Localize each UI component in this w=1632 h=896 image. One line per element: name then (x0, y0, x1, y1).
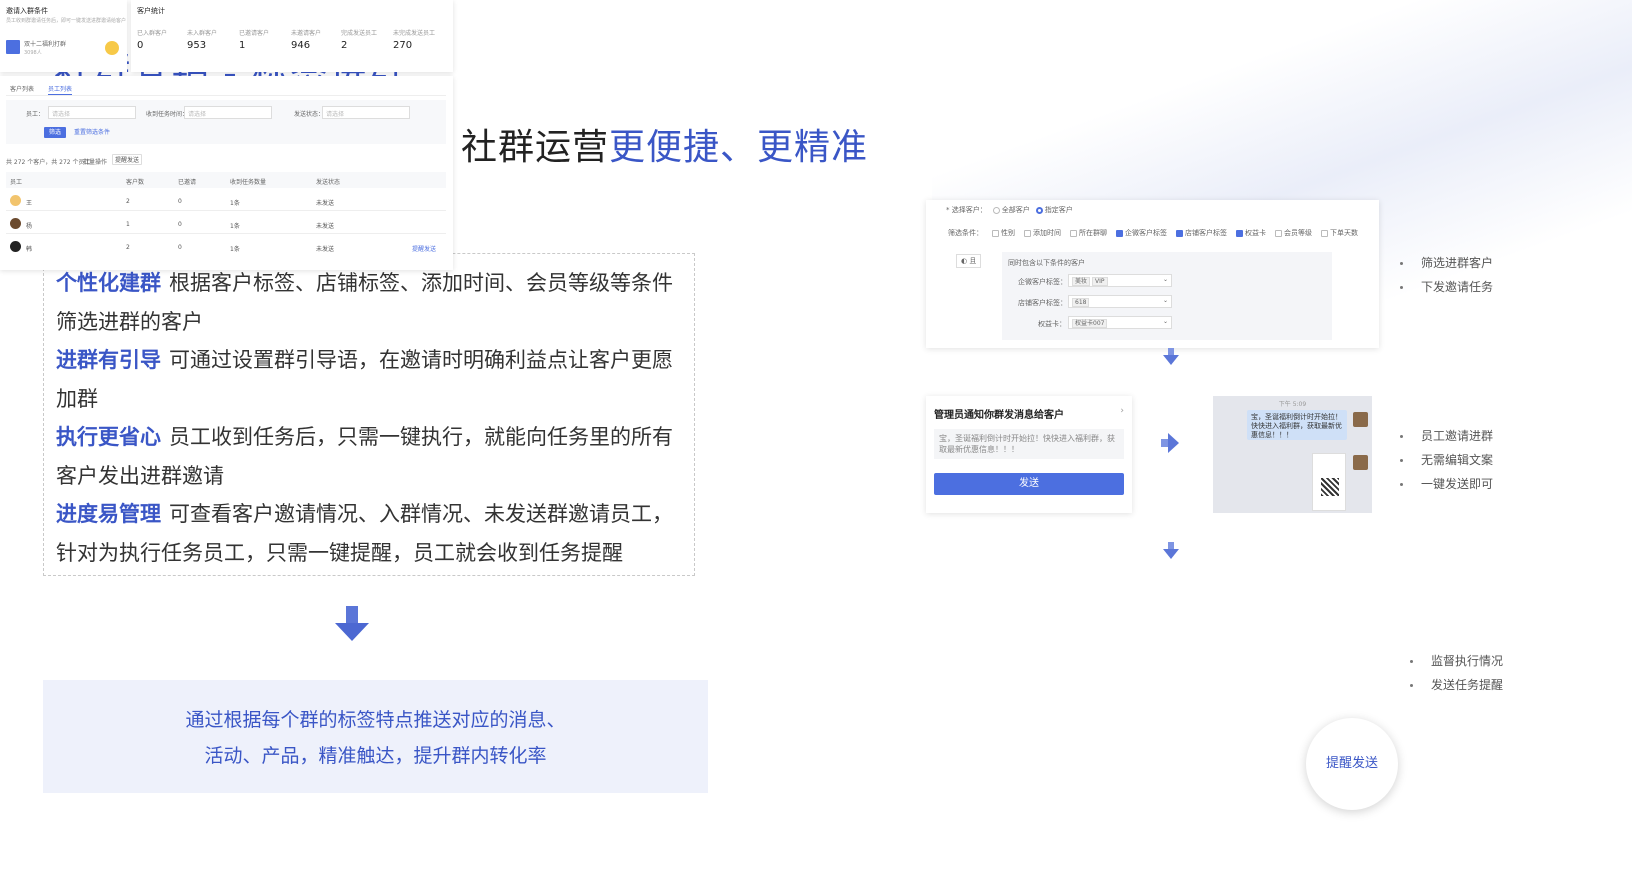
staff-select[interactable]: 请选择 (48, 106, 136, 119)
radio-all-customers[interactable]: 全部客户 (992, 205, 1030, 215)
feature-item: 执行更省心 员工收到任务后，只需一键执行，就能向任务里的所有客户发出进群邀请 (56, 418, 682, 495)
condition-label: 店铺客户标签： (1018, 299, 1067, 307)
summary-line: 活动、产品，精准触达，提升群内转化率 (204, 745, 547, 767)
status-select[interactable]: 请选择 (322, 106, 410, 119)
avatar (10, 218, 21, 229)
filter-label: 员工： (26, 111, 45, 118)
filter-checkbox[interactable]: 店铺客户标签 (1176, 228, 1227, 238)
batch-operation[interactable]: 批量操作 (83, 157, 107, 166)
notice-title: 管理员通知你群发消息给客户 (934, 410, 1064, 421)
subtitle-highlight: 更便捷、更精准 (609, 127, 869, 168)
stat-label: 已入群客户 (137, 30, 168, 37)
filter-checkbox[interactable]: 企微客户标签 (1116, 228, 1167, 238)
group-icon (6, 40, 20, 54)
condition-title: 同时包含以下条件的客户 (1008, 259, 1085, 267)
notice-panel: 管理员通知你群发消息给客户 › 宝，圣诞福利倒计时开始拉！快快进入福利群，获取最… (926, 396, 1132, 513)
stat-value: 0 (137, 40, 144, 51)
filter-label: 收到任务时间： (146, 111, 189, 118)
time-select[interactable]: 请选择 (184, 106, 272, 119)
stat-value: 1 (239, 40, 246, 51)
tab-customer-list[interactable]: 客户列表 (10, 84, 34, 93)
stat-label: 完成发送员工 (341, 30, 378, 37)
remind-send-magnified[interactable]: 提醒发送 (1306, 718, 1398, 810)
row-remind-link[interactable]: 提醒发送 (412, 244, 436, 253)
chevron-down-icon: ⌄ (1162, 297, 1168, 304)
condition-label: 企微客户标签： (1018, 278, 1067, 286)
group-size: 3098人 (24, 50, 42, 56)
result-summary: 共 272 个客户，共 272 个员工 (6, 159, 91, 166)
feature-list: 个性化建群 根据客户标签、店铺标签、添加时间、会员等级等条件筛选进群的客户 进群有… (43, 253, 695, 576)
stat-label: 已邀请客户 (239, 30, 270, 37)
feature-item: 进度易管理 可查看客户邀请情况、入群情况、未发送群邀请员工，针对为执行任务员工，只… (56, 495, 682, 572)
avatar (10, 241, 21, 252)
chevron-down-icon: ⌄ (1162, 318, 1168, 325)
chat-bubble: 宝，圣诞福利倒计时开始拉！快快进入福利群，获取最新优惠信息！！！ (1247, 410, 1347, 440)
step2-bullets: 员工邀请进群 无需编辑文案 一键发送即可 (1400, 424, 1493, 496)
send-button[interactable]: 发送 (934, 473, 1124, 495)
staff-list-card: 客户列表 员工列表 员工： 请选择 收到任务时间： 请选择 发送状态： 请选择 … (0, 76, 453, 270)
qr-code-icon (1321, 478, 1339, 496)
qr-card (1312, 453, 1346, 511)
tag-select[interactable]: 618 ⌄ (1068, 295, 1172, 308)
tag-select[interactable]: 权益卡007 ⌄ (1068, 316, 1172, 329)
step1-bullets: 筛选进群客户 下发邀请任务 (1400, 251, 1493, 299)
filter-checkbox[interactable]: 添加时间 (1024, 228, 1061, 238)
filter-label: 发送状态： (294, 111, 325, 118)
emoji-icon (105, 41, 119, 55)
filter-checkbox[interactable]: 性别 (992, 228, 1015, 238)
feature-title: 个性化建群 (56, 271, 161, 295)
feature-item: 进群有引导 可通过设置群引导语，在邀请时明确利益点让客户更愿加群 (56, 341, 682, 418)
notice-message: 宝，圣诞福利倒计时开始拉！快快进入福利群，获取最新优惠信息！！！ (934, 429, 1124, 459)
avatar (1353, 412, 1368, 427)
condition-title: 邀请入群条件 (6, 7, 48, 15)
feature-item: 个性化建群 根据客户标签、店铺标签、添加时间、会员等级等条件筛选进群的客户 (56, 264, 682, 341)
filter-button[interactable]: 筛选 (44, 127, 66, 138)
right-arrow-icon (1161, 433, 1179, 453)
step3-bullets: 监督执行情况 发送任务提醒 (1410, 649, 1503, 697)
radio-specified-customers[interactable]: 指定客户 (1035, 205, 1073, 215)
avatar (10, 195, 21, 206)
stat-label: 未完成发送员工 (393, 30, 436, 37)
task-progress-panel: 邀请入群条件 员工收到群邀请任务后，即可一键发送进群邀请给客户 双十二福利打群 … (0, 0, 453, 270)
table-header: 员工 客户数 已邀请 收到任务数量 发送状态 (6, 172, 446, 188)
tag-select[interactable]: 美妆 VIP ⌄ (1068, 274, 1172, 287)
summary-box: 通过根据每个群的标签特点推送对应的消息、 活动、产品，精准触达，提升群内转化率 (43, 680, 708, 793)
chat-preview: 下午 5:09 宝，圣诞福利倒计时开始拉！快快进入福利群，获取最新优惠信息！！！ (1213, 396, 1372, 513)
avatar (1353, 455, 1368, 470)
filter-checkbox[interactable]: 下单天数 (1321, 228, 1358, 238)
chat-time: 下午 5:09 (1278, 401, 1307, 408)
tab-staff-list[interactable]: 员工列表 (48, 84, 72, 93)
chevron-right-icon[interactable]: › (1120, 406, 1124, 416)
down-arrow-icon (1163, 348, 1179, 366)
stat-value: 946 (291, 40, 311, 51)
stat-value: 270 (393, 40, 413, 51)
logic-toggle[interactable]: ◐ 且 (956, 254, 982, 268)
feature-title: 执行更省心 (56, 425, 161, 449)
customer-stats-card: 客户统计 已入群客户 0 未入群客户 953 已邀请客户 1 未邀请客户 946… (131, 0, 453, 72)
feature-title: 进群有引导 (56, 348, 161, 372)
condition-area: 同时包含以下条件的客户 企微客户标签： 美妆 VIP ⌄ 店铺客户标签： 618 ⌄ … (1002, 252, 1332, 340)
reset-filter-link[interactable]: 重置筛选条件 (72, 127, 112, 138)
filter-checkbox[interactable]: 会员等级 (1275, 228, 1312, 238)
feature-title: 进度易管理 (56, 502, 161, 526)
down-arrow-icon (335, 606, 369, 642)
select-customer-label: * 选择客户： (946, 206, 987, 214)
stat-label: 未入群客户 (187, 30, 218, 37)
filter-checkbox[interactable]: 权益卡 (1236, 228, 1266, 238)
customer-filter-panel: * 选择客户： 全部客户 指定客户 筛选条件： 性别 添加时间 所在群聊 企微客… (926, 200, 1379, 348)
stat-value: 953 (187, 40, 207, 51)
filter-checkbox[interactable]: 所在群聊 (1070, 228, 1107, 238)
chevron-down-icon: ⌄ (1162, 276, 1168, 283)
stat-value: 2 (341, 40, 348, 51)
invite-condition-card: 邀请入群条件 员工收到群邀请任务后，即可一键发送进群邀请给客户 双十二福利打群 … (0, 0, 127, 72)
remind-send-button[interactable]: 提醒发送 (112, 154, 142, 165)
filter-label: 筛选条件： (948, 229, 983, 237)
stats-title: 客户统计 (137, 7, 165, 15)
summary-line: 通过根据每个群的标签特点推送对应的消息、 (185, 709, 566, 731)
stat-label: 未邀请客户 (291, 30, 322, 37)
condition-label: 权益卡： (1038, 320, 1066, 328)
filter-bar: 员工： 请选择 收到任务时间： 请选择 发送状态： 请选择 筛选 重置筛选条件 (6, 100, 446, 144)
down-arrow-icon (1163, 542, 1179, 560)
condition-desc: 员工收到群邀请任务后，即可一键发送进群邀请给客户 (6, 18, 127, 24)
